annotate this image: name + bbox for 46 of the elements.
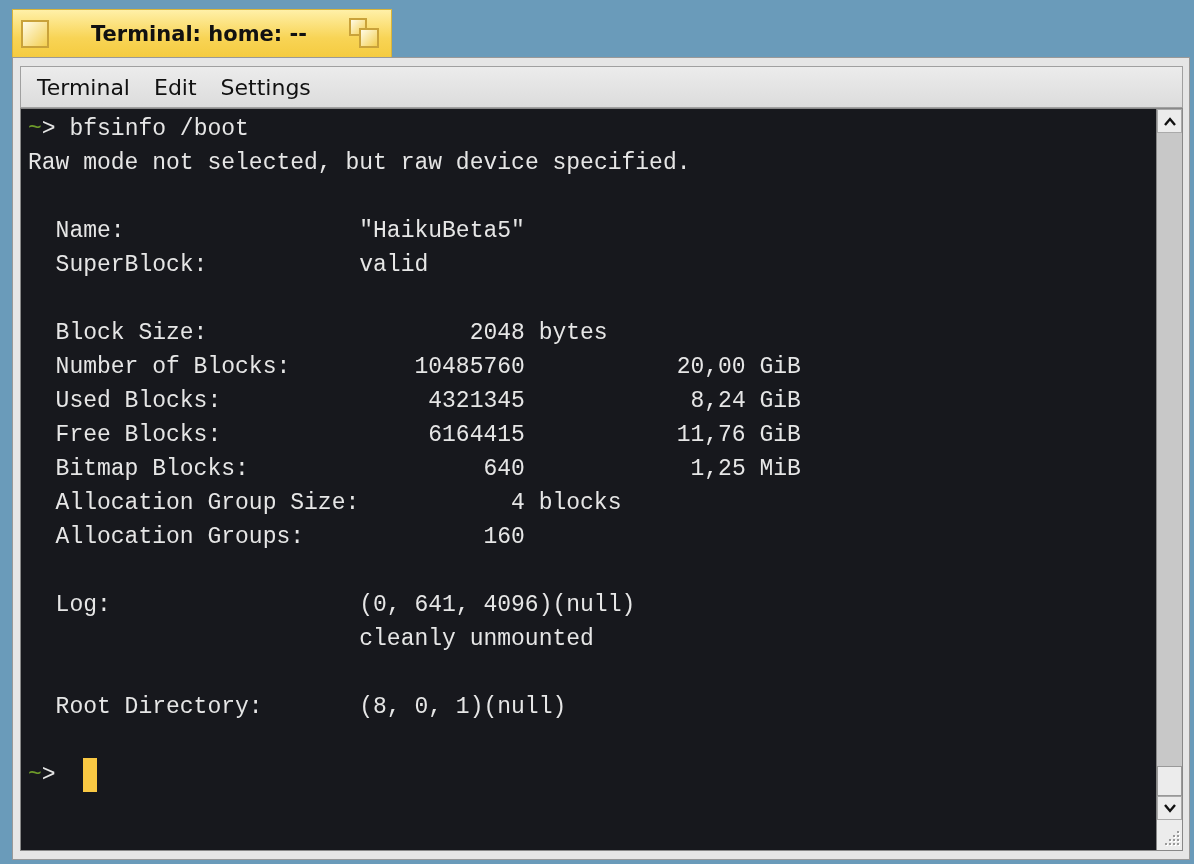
field-label: Used Blocks: xyxy=(55,387,223,416)
prompt-path: ~ xyxy=(28,761,42,790)
scroll-up-button[interactable] xyxy=(1157,109,1182,133)
field-value: (8, 0, 1)(null) xyxy=(359,693,567,722)
field-label: Allocation Group Size: xyxy=(55,489,360,518)
field-label: Bitmap Blocks: xyxy=(55,455,250,484)
field-label: Allocation Groups: xyxy=(55,523,306,552)
prompt-symbol: > xyxy=(41,115,56,144)
field-label: Name: xyxy=(55,217,126,246)
menu-item[interactable]: Edit xyxy=(146,74,213,100)
field-value: (0, 641, 4096)(null) xyxy=(359,591,636,620)
menu-item[interactable]: Settings xyxy=(212,74,327,100)
window-title: Terminal: home: -- xyxy=(90,21,308,46)
size-value: 20,00 GiB xyxy=(675,353,801,382)
text-cursor xyxy=(83,758,98,792)
menu-item[interactable]: Terminal xyxy=(29,74,146,100)
resize-grip-icon[interactable] xyxy=(1157,820,1182,850)
block-count: 640 xyxy=(482,455,525,484)
field-value: valid xyxy=(359,251,429,280)
scroll-down-button[interactable] xyxy=(1157,796,1182,820)
field-label: Log: xyxy=(55,591,112,620)
block-count: 4 xyxy=(510,489,525,518)
command-text: bfsinfo /boot xyxy=(69,115,249,144)
close-button[interactable] xyxy=(21,19,49,48)
output-text: Raw mode not selected, but raw device specified. xyxy=(28,149,691,178)
size-value: 8,24 GiB xyxy=(689,387,801,416)
field-value: "HaikuBeta5" xyxy=(359,217,525,246)
prompt-path: ~ xyxy=(28,115,42,144)
field-label: Block Size: xyxy=(55,319,209,348)
block-count: 4321345 xyxy=(427,387,525,416)
size-value: 1,25 MiB xyxy=(689,455,801,484)
field-label: Free Blocks: xyxy=(55,421,223,450)
block-count: 10485760 xyxy=(413,353,525,382)
field-label: Number of Blocks: xyxy=(55,353,292,382)
size-value: 11,76 GiB xyxy=(675,421,801,450)
scrollbar[interactable] xyxy=(1156,109,1182,850)
scroll-thumb[interactable] xyxy=(1157,766,1182,796)
prompt-symbol: > xyxy=(41,761,56,790)
block-count: 6164415 xyxy=(427,421,525,450)
block-count: 2048 xyxy=(468,319,525,348)
block-count: 160 xyxy=(482,523,525,552)
field-label: SuperBlock: xyxy=(55,251,209,280)
field-label: Root Directory: xyxy=(55,693,264,722)
unit-text: bytes xyxy=(538,319,608,348)
field-value: cleanly unmounted xyxy=(359,625,594,654)
unit-text: blocks xyxy=(538,489,622,518)
